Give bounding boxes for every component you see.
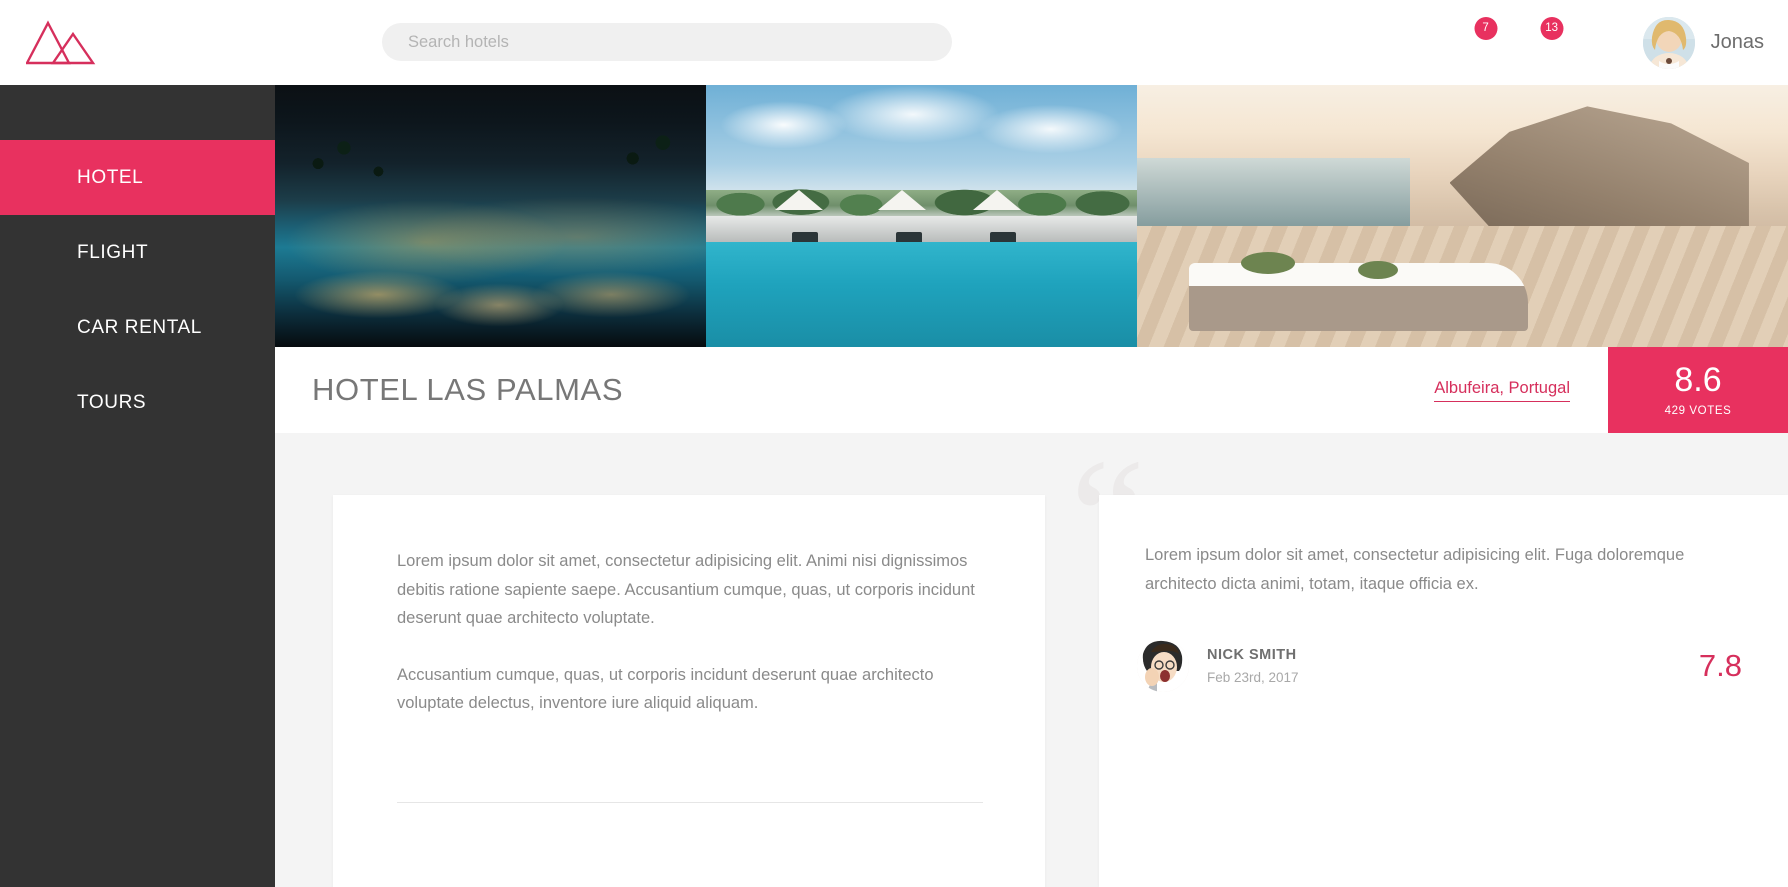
sidebar-item-flight[interactable]: FLIGHT (0, 215, 275, 290)
sidebar-item-label: TOURS (77, 391, 147, 413)
review-footer: NICK SMITH Feb 23rd, 2017 7.8 (1099, 598, 1788, 692)
sidebar-nav: HOTEL FLIGHT CAR RENTAL TOURS (0, 140, 275, 440)
sidebar-item-label: FLIGHT (77, 241, 149, 263)
user-name-label: Jonas (1710, 31, 1764, 53)
sidebar-item-car-rental[interactable]: CAR RENTAL (0, 290, 275, 365)
rating-badge: 8.6 429 VOTES (1608, 347, 1788, 433)
description-paragraph-1: Lorem ipsum dolor sit amet, consectetur … (397, 552, 975, 627)
hotel-location-link[interactable]: Albufeira, Portugal (1434, 379, 1570, 402)
review-text: Lorem ipsum dolor sit amet, consectetur … (1145, 546, 1685, 593)
description-body: Lorem ipsum dolor sit amet, consectetur … (333, 495, 1045, 718)
description-card: Lorem ipsum dolor sit amet, consectetur … (333, 495, 1045, 887)
messages-envelope-button[interactable]: 13 (1519, 0, 1585, 85)
hotel-title-bar: HOTEL LAS PALMAS Albufeira, Portugal 8.6… (275, 347, 1788, 433)
mountains-logo-icon (26, 19, 96, 64)
reviewer-name: NICK SMITH (1207, 647, 1297, 663)
user-menu[interactable]: Jonas (1642, 16, 1764, 69)
review-card: Lorem ipsum dolor sit amet, consectetur … (1099, 495, 1788, 887)
reviewer-meta: NICK SMITH Feb 23rd, 2017 (1207, 647, 1299, 685)
reviewer-avatar (1137, 640, 1189, 692)
hotel-booking-app: 7 13 Jonas (0, 0, 1788, 887)
rating-votes: 429 VOTES (1664, 405, 1732, 417)
hero-image-gallery (275, 85, 1788, 347)
top-navigation-bar: 7 13 Jonas (0, 0, 1788, 85)
review-body: Lorem ipsum dolor sit amet, consectetur … (1099, 495, 1788, 598)
sidebar: HOTEL FLIGHT CAR RENTAL TOURS (0, 85, 275, 887)
brand-logo[interactable] (14, 17, 110, 69)
bell-badge-count: 7 (1474, 17, 1498, 40)
page-title: HOTEL LAS PALMAS (312, 372, 624, 407)
review-score: 7.8 (1698, 648, 1742, 683)
main-content: Lorem ipsum dolor sit amet, consectetur … (275, 433, 1788, 887)
user-avatar (1642, 16, 1695, 69)
hero-image-sunset-cliff[interactable] (1137, 85, 1788, 347)
notifications-bell-button[interactable]: 7 (1453, 0, 1519, 85)
hero-image-night-resort-pool[interactable] (275, 85, 706, 347)
sidebar-item-label: HOTEL (77, 166, 144, 188)
topbar-right-cluster: 7 13 Jonas (1453, 0, 1788, 85)
sidebar-item-tours[interactable]: TOURS (0, 365, 275, 440)
hero-image-daytime-pool[interactable] (706, 85, 1137, 347)
description-divider (397, 802, 983, 803)
search-input[interactable] (382, 23, 952, 61)
rating-score: 8.6 (1674, 361, 1722, 399)
description-paragraph-2: Accusantium cumque, quas, ut corporis in… (397, 665, 934, 713)
review-date: Feb 23rd, 2017 (1207, 670, 1299, 685)
sidebar-item-hotel[interactable]: HOTEL (0, 140, 275, 215)
sidebar-item-label: CAR RENTAL (77, 316, 202, 338)
search-box[interactable] (382, 23, 952, 61)
messages-badge-count: 13 (1540, 17, 1564, 40)
